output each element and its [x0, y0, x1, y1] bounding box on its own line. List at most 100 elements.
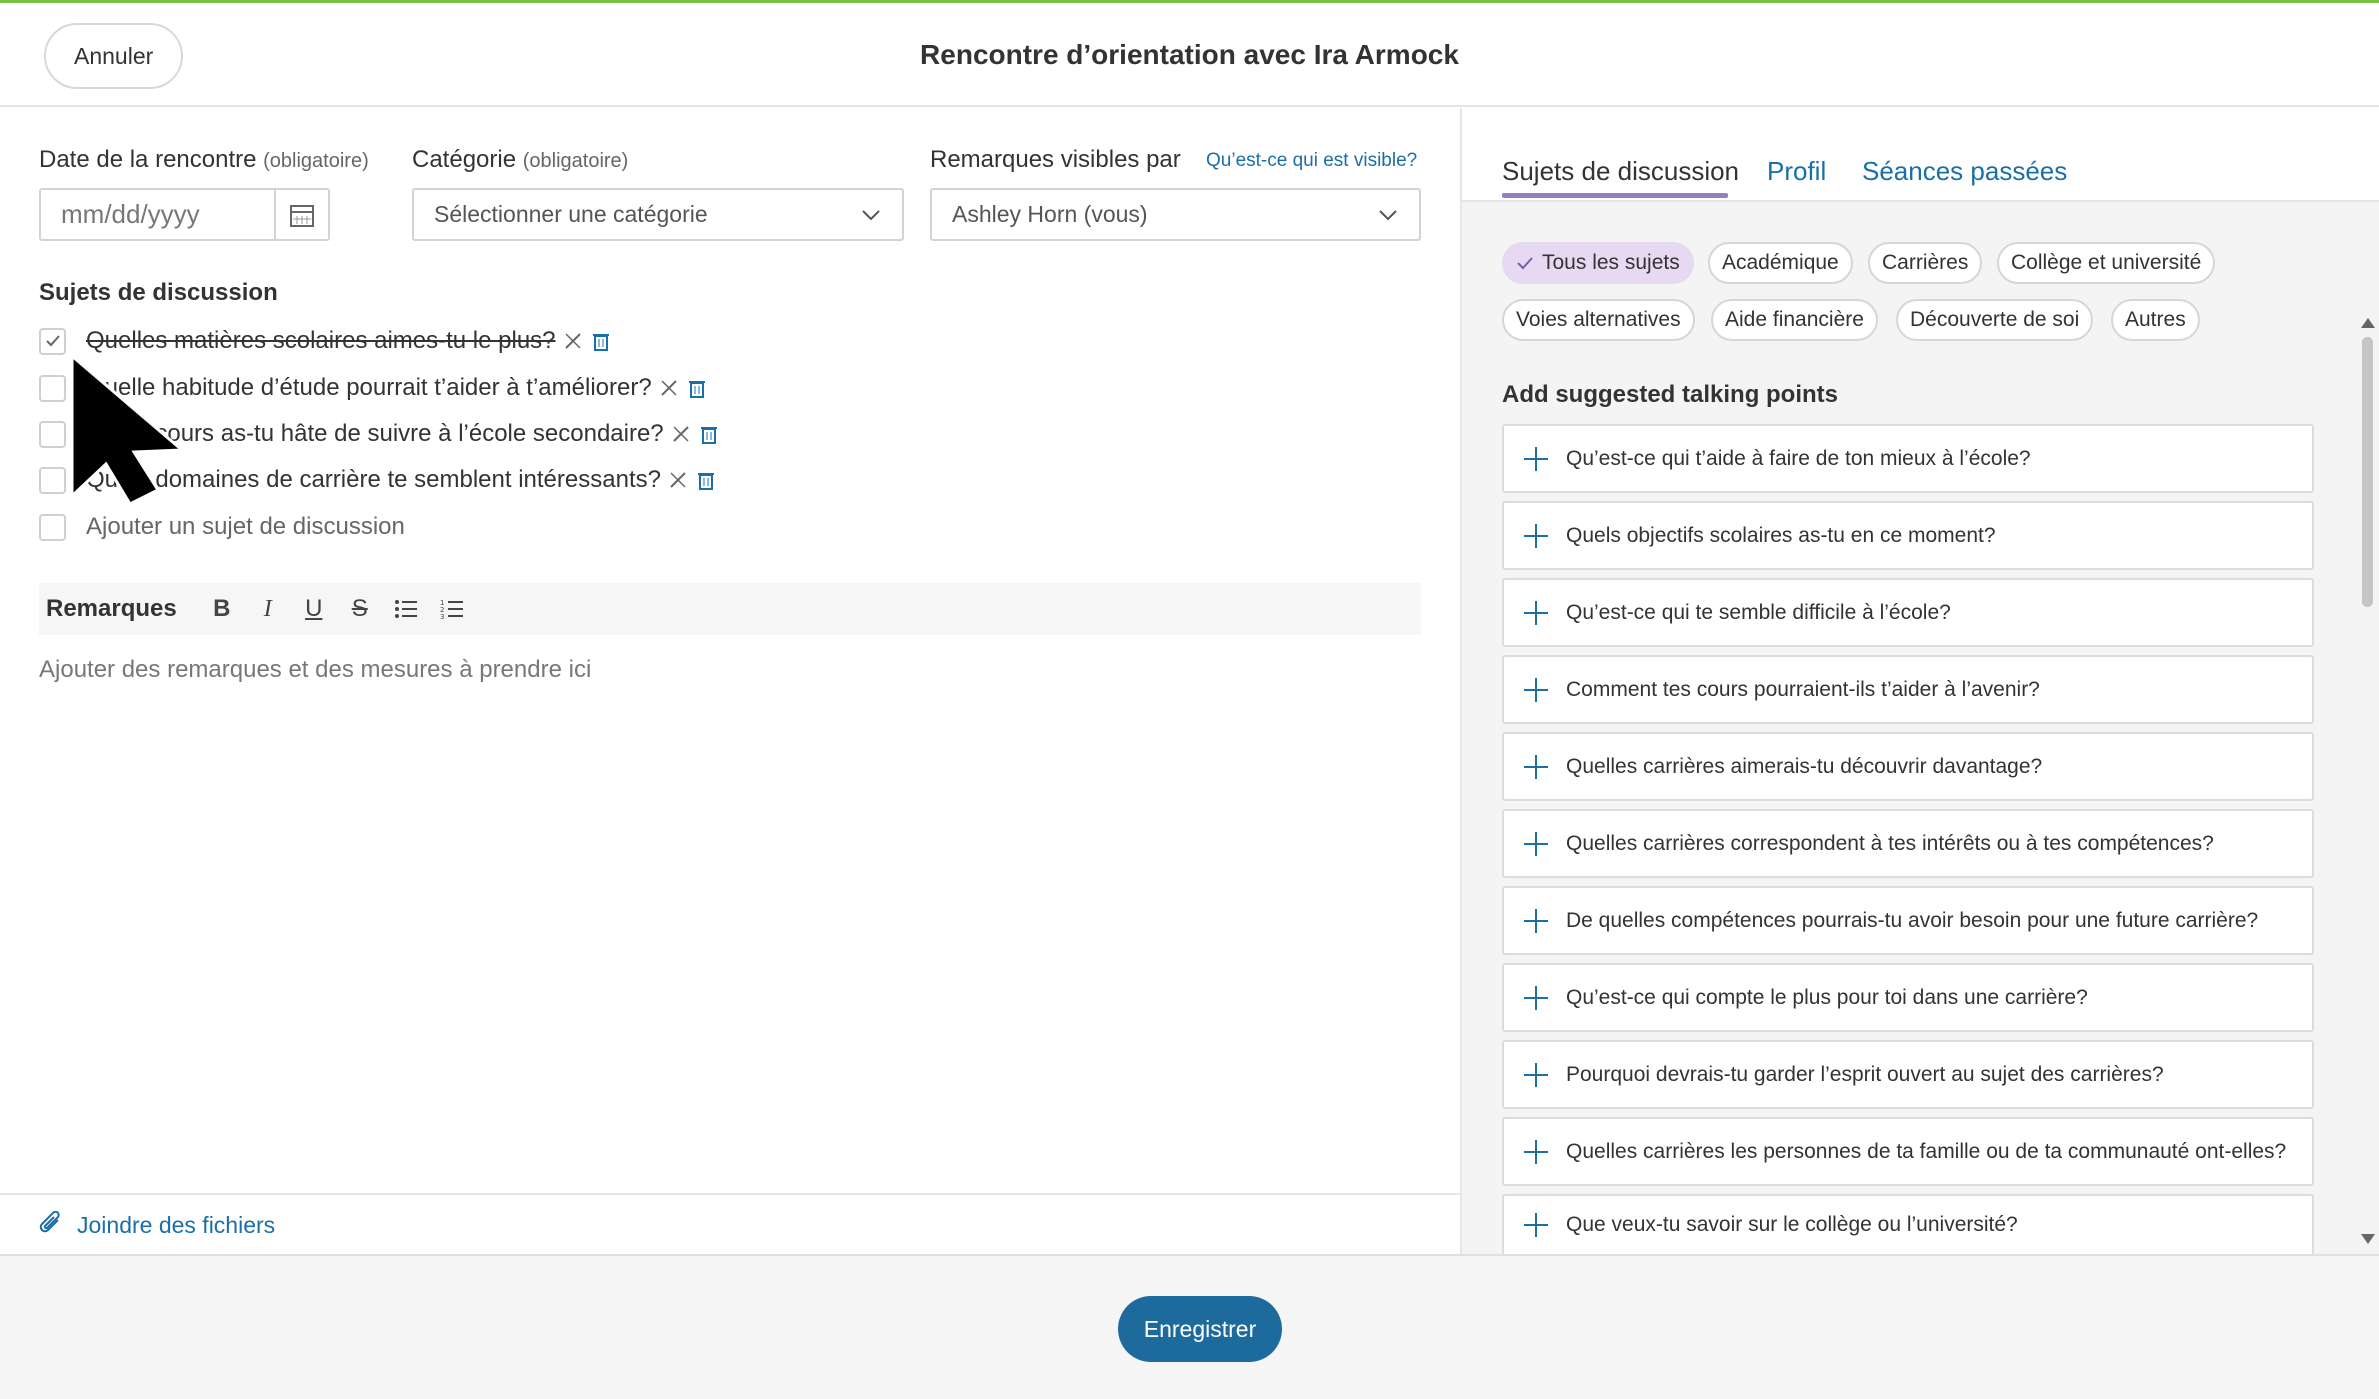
suggestion-item[interactable]: Que veux-tu savoir sur le collège ou l’u… [1502, 1194, 2314, 1254]
chip-all-topics[interactable]: Tous les sujets [1502, 242, 1694, 284]
suggestion-item[interactable]: Quelles carrières les personnes de ta fa… [1502, 1117, 2314, 1186]
suggestion-item[interactable]: De quelles compétences pourrais-tu avoir… [1502, 886, 2314, 955]
add-topic-row[interactable]: Ajouter un sujet de discussion [39, 509, 405, 545]
chip-self-discovery[interactable]: Découverte de soi [1896, 299, 2094, 341]
strikethrough-icon[interactable]: S [337, 586, 383, 632]
date-label: Date de la rencontre (obligatoire) [39, 146, 369, 174]
calendar-icon[interactable] [274, 190, 328, 239]
suggestion-text: Quels objectifs scolaires as-tu en ce mo… [1566, 523, 1996, 547]
chip-alternatives[interactable]: Voies alternatives [1502, 299, 1695, 341]
category-label: Catégorie (obligatoire) [412, 146, 628, 174]
chip-college[interactable]: Collège et université [1997, 242, 2216, 284]
trash-icon[interactable] [686, 377, 708, 399]
plus-icon [1524, 754, 1548, 779]
plus-icon [1524, 1213, 1548, 1237]
date-label-text: Date de la rencontre [39, 146, 257, 173]
plus-icon [1524, 985, 1548, 1010]
suggestion-item[interactable]: Quelles carrières correspondent à tes in… [1502, 809, 2314, 878]
chip-label: Tous les sujets [1542, 251, 1680, 274]
topic-checkbox[interactable] [39, 374, 66, 402]
scroll-down-icon[interactable] [2361, 1234, 2375, 1244]
suggestion-text: Pourquoi devrais-tu garder l’esprit ouve… [1566, 1062, 2164, 1086]
edit-icon[interactable] [667, 469, 689, 491]
mouse-cursor-icon [70, 354, 186, 504]
bold-icon[interactable]: B [199, 586, 245, 632]
suggestion-item[interactable]: Qu’est-ce qui te semble difficile à l’éc… [1502, 578, 2314, 647]
scrollbar[interactable] [2356, 202, 2379, 1254]
suggestion-text: Qu’est-ce qui t’aide à faire de ton mieu… [1566, 446, 2031, 470]
plus-icon [1524, 1062, 1548, 1087]
chevron-down-icon [862, 210, 880, 221]
visibility-info-link[interactable]: Qu’est-ce qui est visible? [1206, 150, 1417, 172]
italic-icon[interactable]: I [245, 586, 291, 632]
bullet-list-icon[interactable] [383, 586, 429, 632]
footer: Enregistrer [0, 1254, 2379, 1399]
topic-text[interactable]: Quelles matières scolaires aimes-tu le p… [86, 327, 556, 355]
suggestion-text: Quelles carrières correspondent à tes in… [1566, 831, 2214, 855]
save-button[interactable]: Enregistrer [1118, 1296, 1282, 1362]
attach-files-link[interactable]: Joindre des fichiers [39, 1211, 275, 1239]
chevron-down-icon [1379, 210, 1397, 221]
svg-text:3: 3 [440, 613, 444, 620]
trash-icon[interactable] [590, 330, 612, 352]
attach-files-label: Joindre des fichiers [77, 1211, 276, 1238]
suggestion-text: Comment tes cours pourraient-ils t’aider… [1566, 677, 2040, 701]
suggestion-text: Quelles carrières aimerais-tu découvrir … [1566, 754, 2043, 778]
suggestions-title: Add suggested talking points [1502, 381, 1839, 408]
edit-icon[interactable] [658, 377, 680, 399]
scroll-up-icon[interactable] [2361, 318, 2375, 328]
chip-others[interactable]: Autres [2111, 299, 2200, 341]
notes-toolbar: Remarques B I U S 123 [39, 583, 1421, 635]
suggestion-item[interactable]: Comment tes cours pourraient-ils t’aider… [1502, 655, 2314, 724]
cancel-button[interactable]: Annuler [44, 23, 184, 89]
plus-icon [1524, 523, 1548, 548]
attach-bar: Joindre des fichiers [0, 1193, 1460, 1254]
add-topic-input[interactable]: Ajouter un sujet de discussion [86, 513, 405, 541]
tab-talking-points[interactable]: Sujets de discussion [1502, 156, 1739, 187]
plus-icon [1524, 677, 1548, 702]
date-placeholder: mm/dd/yyyy [61, 199, 200, 229]
plus-icon [1524, 831, 1548, 856]
paperclip-icon [39, 1211, 60, 1233]
suggestion-item[interactable]: Quels objectifs scolaires as-tu en ce mo… [1502, 501, 2314, 570]
visibility-label: Remarques visibles par [930, 146, 1181, 173]
chip-academic[interactable]: Académique [1708, 242, 1853, 284]
category-select[interactable]: Sélectionner une catégorie [412, 188, 904, 241]
header: Rencontre d’orientation avec Ira Armock … [0, 3, 2379, 107]
chip-careers[interactable]: Carrières [1868, 242, 1983, 284]
trash-icon[interactable] [695, 469, 717, 491]
edit-icon[interactable] [670, 423, 692, 445]
plus-icon [1524, 1139, 1548, 1164]
suggestion-text: Qu’est-ce qui compte le plus pour toi da… [1566, 985, 2088, 1009]
date-required: (obligatoire) [263, 150, 369, 172]
category-value: Sélectionner une catégorie [434, 201, 708, 227]
tab-profile[interactable]: Profil [1767, 156, 1826, 187]
notes-editor[interactable]: Ajouter des remarques et des mesures à p… [39, 656, 591, 684]
plus-icon [1524, 908, 1548, 933]
tabs: Sujets de discussion Profil Séances pass… [1462, 108, 2379, 202]
topic-checkbox[interactable] [39, 466, 66, 494]
checkmark-icon [45, 335, 60, 347]
suggestion-item[interactable]: Quelles carrières aimerais-tu découvrir … [1502, 732, 2314, 801]
category-required: (obligatoire) [522, 150, 629, 172]
topic-checkbox[interactable] [39, 420, 66, 448]
numbered-list-icon[interactable]: 123 [429, 586, 475, 632]
notes-label: Remarques [46, 595, 177, 622]
visibility-select[interactable]: Ashley Horn (vous) [930, 188, 1421, 241]
category-label-text: Catégorie [412, 146, 517, 173]
visibility-value: Ashley Horn (vous) [952, 201, 1148, 227]
checkmark-icon [1517, 257, 1533, 270]
tab-past-sessions[interactable]: Séances passées [1862, 156, 2067, 187]
topic-checkbox[interactable] [39, 327, 66, 355]
suggestion-item[interactable]: Qu’est-ce qui t’aide à faire de ton mieu… [1502, 424, 2314, 493]
trash-icon[interactable] [698, 423, 720, 445]
plus-icon [1524, 446, 1548, 471]
suggestion-item[interactable]: Pourquoi devrais-tu garder l’esprit ouve… [1502, 1040, 2314, 1109]
suggestion-item[interactable]: Qu’est-ce qui compte le plus pour toi da… [1502, 963, 2314, 1032]
underline-icon[interactable]: U [291, 586, 337, 632]
scroll-thumb[interactable] [2362, 337, 2373, 607]
edit-icon[interactable] [562, 330, 584, 352]
chip-financial-aid[interactable]: Aide financière [1711, 299, 1878, 341]
suggestion-text: De quelles compétences pourrais-tu avoir… [1566, 908, 2259, 932]
date-input[interactable]: mm/dd/yyyy [39, 188, 330, 241]
